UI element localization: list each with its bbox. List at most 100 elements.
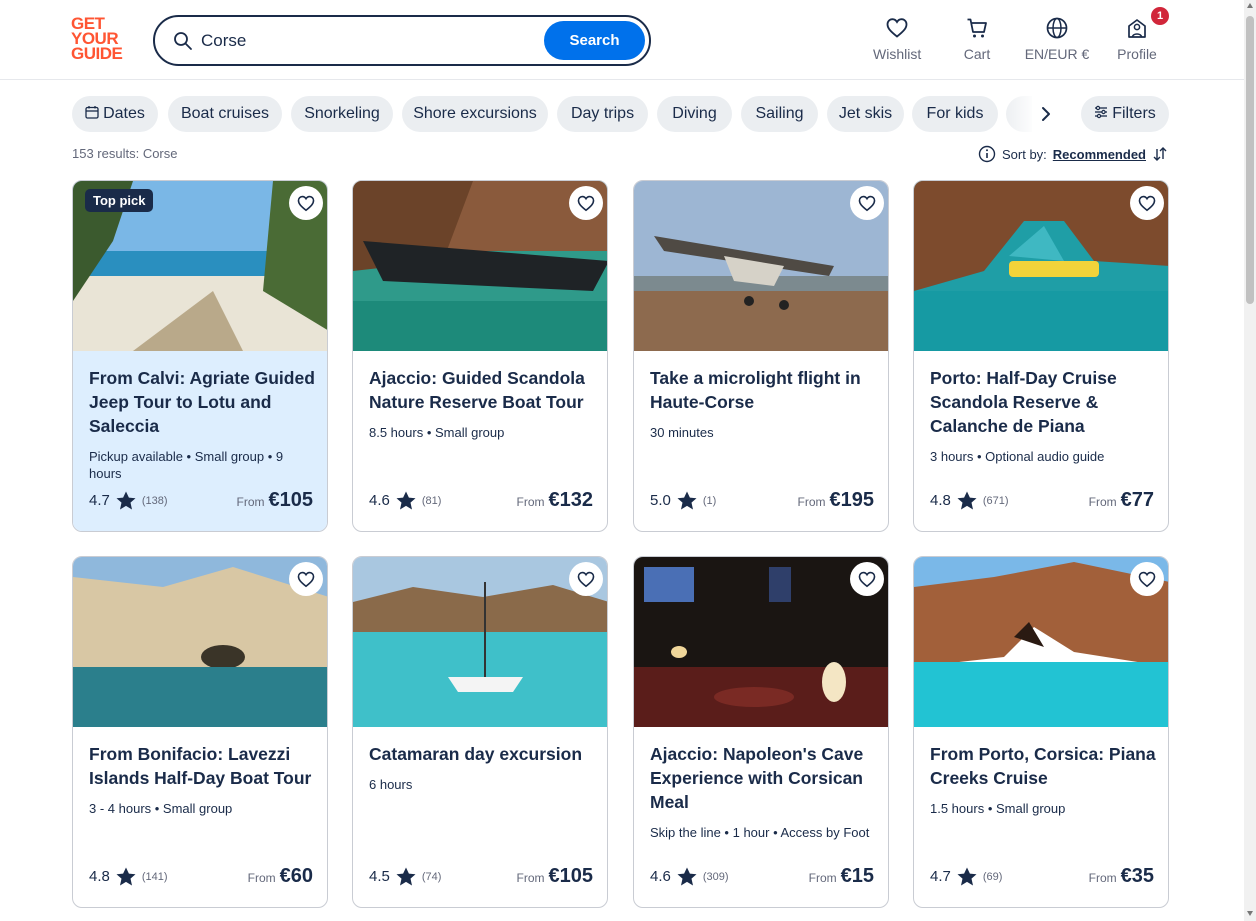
card-body: Ajaccio: Guided Scandola Nature Reserve … bbox=[353, 351, 607, 531]
site-header: GET YOUR GUIDE Search Wishlist Cart EN/E… bbox=[0, 0, 1244, 80]
activity-image[interactable]: Top pick bbox=[73, 181, 327, 351]
star-icon bbox=[396, 491, 416, 510]
activity-image[interactable] bbox=[914, 557, 1168, 727]
card-body: Take a microlight flight in Haute-Corse … bbox=[634, 351, 888, 531]
chip-for-kids[interactable]: For kids bbox=[912, 96, 998, 132]
nav-profile[interactable]: 1 Profile bbox=[1117, 7, 1169, 62]
chevron-right-icon[interactable] bbox=[1036, 104, 1056, 124]
nav-language-currency[interactable]: EN/EUR € bbox=[1024, 16, 1090, 62]
review-count: (141) bbox=[141, 870, 168, 883]
chip-dates[interactable]: Dates bbox=[72, 96, 158, 132]
activity-card[interactable]: Top pick From Calvi: Agriate Guided Jeep… bbox=[72, 180, 328, 532]
activity-image[interactable] bbox=[73, 557, 327, 727]
chip-diving[interactable]: Diving bbox=[657, 96, 732, 132]
wishlist-button[interactable] bbox=[1130, 186, 1164, 220]
chip-shore-excursions[interactable]: Shore excursions bbox=[402, 96, 548, 132]
activity-card[interactable]: Ajaccio: Guided Scandola Nature Reserve … bbox=[352, 180, 608, 532]
chip-sailing[interactable]: Sailing bbox=[741, 96, 818, 132]
activity-meta: Pickup available • Small group • 9 hours bbox=[89, 449, 284, 481]
activity-price: From €105 bbox=[236, 489, 314, 511]
wishlist-button[interactable] bbox=[569, 186, 603, 220]
scroll-thumb[interactable] bbox=[1246, 16, 1254, 304]
activity-rating: 4.5 (74) bbox=[369, 867, 441, 886]
activity-image[interactable] bbox=[914, 181, 1168, 351]
review-count: (74) bbox=[421, 870, 442, 883]
search-button[interactable]: Search bbox=[544, 21, 645, 60]
heart-icon bbox=[297, 195, 315, 212]
activity-title[interactable]: Porto: Half-Day Cruise Scandola Reserve … bbox=[930, 366, 1156, 438]
rating-value: 4.7 bbox=[930, 868, 951, 885]
activity-meta: Skip the line • 1 hour • Access by Foot bbox=[650, 825, 870, 840]
activity-card[interactable]: Take a microlight flight in Haute-Corse … bbox=[633, 180, 889, 532]
activity-title[interactable]: Ajaccio: Napoleon's Cave Experience with… bbox=[650, 742, 876, 814]
activity-title[interactable]: From Bonifacio: Lavezzi Islands Half-Day… bbox=[89, 742, 315, 790]
activity-meta: 30 minutes bbox=[650, 425, 714, 440]
activity-image[interactable] bbox=[353, 557, 607, 727]
info-icon[interactable] bbox=[978, 145, 996, 163]
page-scrollbar[interactable] bbox=[1244, 0, 1256, 921]
heart-icon bbox=[1138, 571, 1156, 588]
notification-badge: 1 bbox=[1151, 7, 1169, 25]
rating-value: 4.8 bbox=[89, 868, 110, 885]
getyourguide-logo[interactable]: GET YOUR GUIDE bbox=[71, 15, 131, 64]
sort-value[interactable]: Recommended bbox=[1053, 147, 1146, 162]
price-value: €195 bbox=[829, 489, 875, 511]
card-body: From Porto, Corsica: Piana Creeks Cruise… bbox=[914, 727, 1168, 907]
heart-icon bbox=[858, 571, 876, 588]
activity-price: From €77 bbox=[1088, 489, 1154, 511]
price-value: €77 bbox=[1120, 489, 1154, 511]
chip-jet-skis[interactable]: Jet skis bbox=[827, 96, 904, 132]
activity-rating: 5.0 (1) bbox=[650, 491, 716, 510]
price-value: €35 bbox=[1120, 865, 1154, 887]
activity-image[interactable] bbox=[353, 181, 607, 351]
wishlist-button[interactable] bbox=[569, 562, 603, 596]
activity-price: From €60 bbox=[247, 865, 313, 887]
chip-day-trips[interactable]: Day trips bbox=[557, 96, 648, 132]
activity-price: From €105 bbox=[516, 865, 594, 887]
search-input[interactable] bbox=[201, 27, 531, 55]
heart-icon bbox=[1138, 195, 1156, 212]
wishlist-button[interactable] bbox=[850, 562, 884, 596]
wishlist-button[interactable] bbox=[1130, 562, 1164, 596]
nav-wishlist-label: Wishlist bbox=[873, 46, 922, 62]
star-icon bbox=[396, 867, 416, 886]
activity-meta: 6 hours bbox=[369, 777, 413, 792]
search-icon bbox=[174, 32, 192, 50]
activity-rating: 4.8 (671) bbox=[930, 491, 1009, 510]
wishlist-button[interactable] bbox=[289, 562, 323, 596]
sort-control[interactable]: Sort by: Recommended bbox=[978, 145, 1168, 163]
activity-title[interactable]: Catamaran day excursion bbox=[369, 742, 595, 766]
scroll-up-arrow[interactable] bbox=[1247, 3, 1253, 8]
review-count: (309) bbox=[702, 870, 729, 883]
nav-language-label: EN/EUR € bbox=[1024, 46, 1090, 62]
rating-value: 4.6 bbox=[369, 492, 390, 509]
heart-icon bbox=[858, 195, 876, 212]
card-body: Catamaran day excursion 6 hours 4.5 (74)… bbox=[353, 727, 607, 907]
activity-title[interactable]: From Porto, Corsica: Piana Creeks Cruise bbox=[930, 742, 1156, 790]
activity-title[interactable]: Ajaccio: Guided Scandola Nature Reserve … bbox=[369, 366, 595, 414]
activity-card[interactable]: Catamaran day excursion 6 hours 4.5 (74)… bbox=[352, 556, 608, 908]
scroll-down-arrow[interactable] bbox=[1247, 911, 1253, 916]
heart-icon bbox=[886, 18, 908, 38]
activity-card[interactable]: Ajaccio: Napoleon's Cave Experience with… bbox=[633, 556, 889, 908]
activity-card[interactable]: From Bonifacio: Lavezzi Islands Half-Day… bbox=[72, 556, 328, 908]
activity-title[interactable]: Take a microlight flight in Haute-Corse bbox=[650, 366, 876, 414]
nav-wishlist[interactable]: Wishlist bbox=[873, 16, 921, 62]
chip-snorkeling[interactable]: Snorkeling bbox=[291, 96, 393, 132]
activity-image[interactable] bbox=[634, 181, 888, 351]
activity-title[interactable]: From Calvi: Agriate Guided Jeep Tour to … bbox=[89, 366, 315, 438]
review-count: (69) bbox=[982, 870, 1003, 883]
chip-boat-cruises[interactable]: Boat cruises bbox=[168, 96, 282, 132]
results-count: 153 results: Corse bbox=[72, 146, 178, 161]
activity-image[interactable] bbox=[634, 557, 888, 727]
activity-card[interactable]: Porto: Half-Day Cruise Scandola Reserve … bbox=[913, 180, 1169, 532]
activity-meta: 1.5 hours • Small group bbox=[930, 801, 1066, 816]
price-value: €60 bbox=[279, 865, 313, 887]
filters-button[interactable]: Filters bbox=[1081, 96, 1169, 132]
nav-cart[interactable]: Cart bbox=[960, 16, 994, 62]
nav-cart-label: Cart bbox=[963, 46, 991, 62]
activity-meta: 3 - 4 hours • Small group bbox=[89, 801, 233, 816]
wishlist-button[interactable] bbox=[850, 186, 884, 220]
wishlist-button[interactable] bbox=[289, 186, 323, 220]
activity-card[interactable]: From Porto, Corsica: Piana Creeks Cruise… bbox=[913, 556, 1169, 908]
